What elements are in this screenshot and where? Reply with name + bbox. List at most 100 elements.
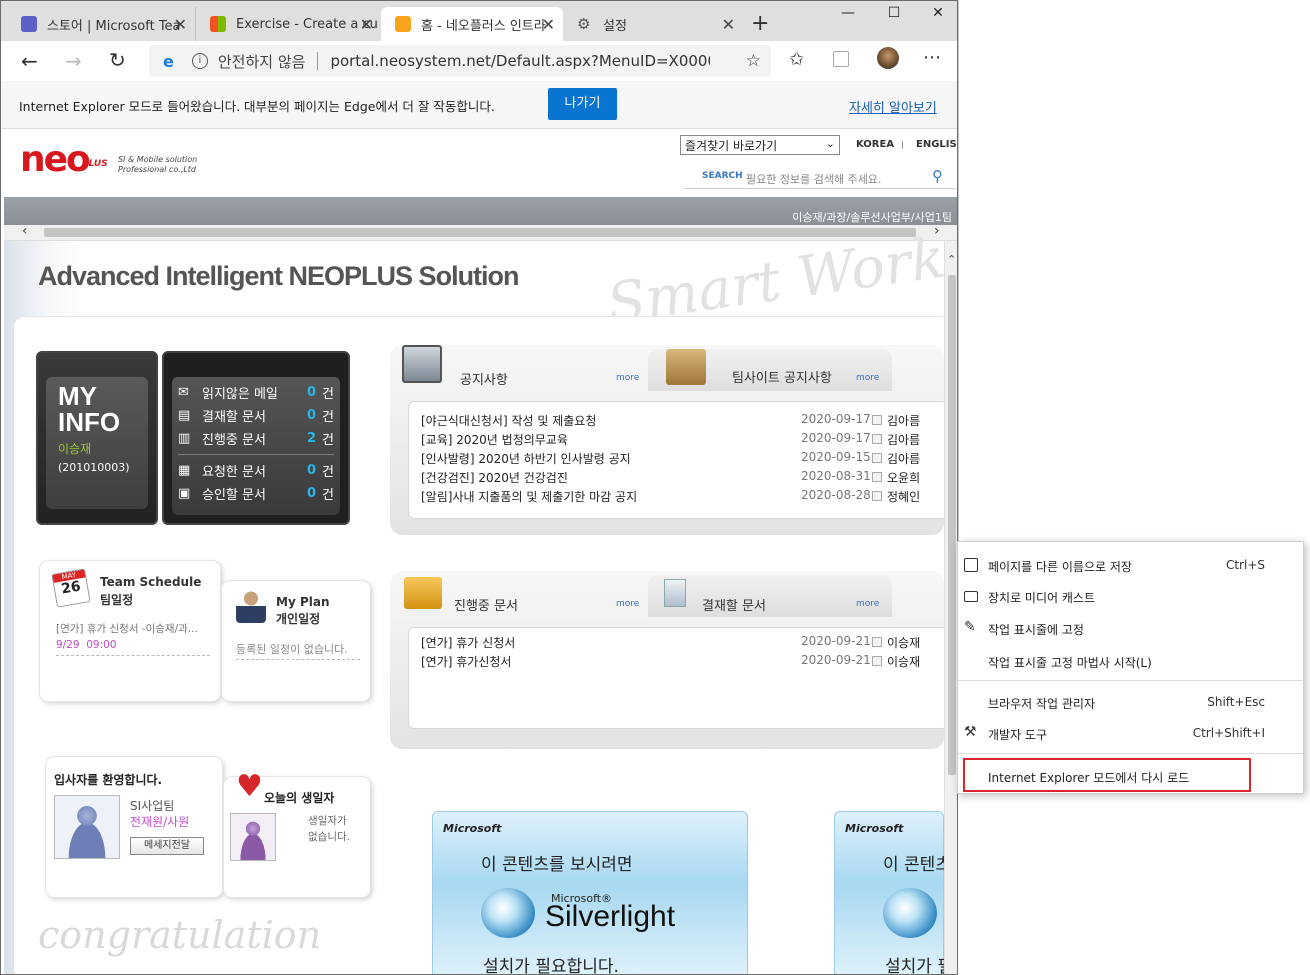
doc-item[interactable]: [연가] 휴가신청서 [421,653,511,670]
close-tab-icon[interactable]: ✕ [542,15,555,34]
lang-korea[interactable]: KOREA [856,139,894,150]
silverlight-install-panel-2[interactable]: Microsoft 이 콘텐츠 설치가 필 [834,811,953,974]
notice-date: 2020-09-17 [801,412,871,426]
in-progress-more-link[interactable]: more [616,599,639,609]
info-icon[interactable]: i [191,53,208,69]
tab-teams-store[interactable]: 스토어 | Microsoft Tea ✕ [7,7,195,41]
doc-item[interactable]: [연가] 휴가 신청서 [421,634,515,651]
menu-item-cast-media[interactable]: 장치로 미디어 캐스트 [958,581,1305,611]
vertical-scrollbar[interactable]: ⌃ [944,241,957,974]
save-icon [964,558,978,572]
user-checkbox[interactable] [872,415,882,425]
tab-title: 스토어 | Microsoft Tea [47,18,181,34]
favorites-select[interactable]: 즐겨찾기 바로가기 ⌄ [680,135,840,155]
approve-doc-row[interactable]: ▤ 결재할 문서 0 건 [178,404,334,427]
send-message-button[interactable]: 메세지전달 [130,837,204,855]
tab-team-notice[interactable]: 팀사이트 공지사항 [732,367,832,386]
unread-mail-row[interactable]: ✉ 읽지않은 메일 0 건 [178,381,334,404]
notice-item[interactable]: [인사발령] 2020년 하반기 인사발령 공지 [421,450,631,467]
user-checkbox[interactable] [872,491,882,501]
notice-more-link[interactable]: more [616,373,639,383]
tab-settings[interactable]: ⚙ 설정 ✕ [563,7,743,41]
refresh-icon[interactable]: ↻ [109,48,126,72]
team-schedule-title: Team Schedule [100,575,202,589]
search-input[interactable]: 필요한 정보를 검색해 주세요. [746,171,881,187]
search-icon[interactable]: ⚲ [932,167,943,185]
close-window-button[interactable]: ✕ [923,5,953,25]
notice-item[interactable]: [건강검진] 2020년 건강검진 [421,469,568,486]
menu-item-task-manager[interactable]: 브라우저 작업 관리자 Shift+Esc [958,687,1305,717]
back-arrow-icon[interactable]: ← [21,49,38,73]
user-checkbox[interactable] [872,472,882,482]
menu-label: 작업 표시줄에 고정 [988,623,1084,637]
heart-icon: ♥ [236,769,263,804]
requested-doc-row[interactable]: ▦ 요청한 문서 0 건 [178,459,334,482]
scroll-thumb[interactable] [44,228,916,237]
row-label: 진행중 문서 [202,433,266,448]
tab-strip: 스토어 | Microsoft Tea ✕ Exercise - Create … [1,1,957,41]
more-menu-icon[interactable]: ⋯ [923,47,941,68]
approve-more-link[interactable]: more [856,599,879,609]
tab-in-progress-docs[interactable]: 진행중 문서 [454,595,518,614]
welcome-team: SI사업팀 [130,799,175,813]
in-progress-doc-row[interactable]: ▥ 진행중 문서 2 건 [178,427,334,450]
favorites-icon[interactable]: ✩ [789,49,804,70]
notice-date: 2020-08-28 [801,488,871,502]
collections-icon[interactable] [833,51,849,67]
user-checkbox[interactable] [872,656,882,666]
folder-icon: ▣ [178,486,191,501]
close-tab-icon[interactable]: ✕ [722,15,735,34]
new-tab-button[interactable]: + [751,11,769,36]
schedule-item[interactable]: [연가] 휴가 신청서 -이승재/과... [56,621,216,636]
mail-icon: ✉ [178,385,189,400]
lang-english[interactable]: ENGLISH [916,139,957,150]
browser-window: 스토어 | Microsoft Tea ✕ Exercise - Create … [0,0,958,975]
user-checkbox[interactable] [872,434,882,444]
welcome-card: 입사자를 환영합니다. SI사업팀 전재원/사원 메세지전달 [46,757,222,897]
notice-tabs: 공지사항 more 팀사이트 공지사항 more [야근식대신청서] 작성 및 … [390,345,948,535]
minimize-button[interactable]: — [833,5,863,25]
scroll-up-icon[interactable]: ⌃ [947,253,956,266]
team-notice-more-link[interactable]: more [856,373,879,383]
notice-item[interactable]: [알림]사내 지출품의 및 제출기한 마감 공지 [421,488,637,505]
learn-more-link[interactable]: 자세히 알아보기 [849,97,937,116]
notice-writer: 김아름 [887,452,921,466]
close-tab-icon[interactable]: ✕ [360,15,373,34]
notice-writer: 김아름 [887,414,921,428]
search-box[interactable]: SEARCH 필요한 정보를 검색해 주세요. ⚲ [684,165,956,189]
notice-item[interactable]: [교육] 2020년 법정의무교육 [421,431,568,448]
scroll-thumb[interactable] [948,275,956,775]
menu-item-dev-tools[interactable]: ⚒ 개발자 도구 Ctrl+Shift+I [958,718,1305,748]
menu-label: 페이지를 다른 이름으로 저장 [988,560,1132,574]
my-info-id: (201010003) [58,461,130,474]
neoplus-logo[interactable]: neo PLUS SI & Mobile solution Profession… [20,139,200,185]
approval-doc-row[interactable]: ▣ 승인할 문서 0 건 [178,482,334,505]
menu-item-pin-wizard[interactable]: 작업 표시줄 고정 마법사 시작(L) [958,646,1305,676]
user-checkbox[interactable] [872,637,882,647]
user-checkbox[interactable] [872,453,882,463]
url-text[interactable]: portal.neosystem.net/Default.aspx?MenuID… [330,52,710,70]
menu-item-pin-taskbar[interactable]: ✎ 작업 표시줄에 고정 [958,613,1305,643]
close-tab-icon[interactable]: ✕ [174,15,187,34]
menu-separator [958,680,1305,681]
tab-notice[interactable]: 공지사항 [460,369,508,388]
silverlight-install-panel[interactable]: Microsoft 이 콘텐츠를 보시려면 Microsoft® Silverl… [432,811,748,974]
address-bar[interactable]: e i 안전하지 않음 portal.neosystem.net/Default… [149,45,771,77]
maximize-button[interactable]: ☐ [879,5,909,25]
favorite-star-icon[interactable]: ☆ [746,51,761,71]
forward-arrow-icon[interactable]: → [65,49,82,73]
my-info-name: 이승재 [58,442,92,456]
horizontal-scrollbar[interactable]: ‹ › [4,223,957,241]
exit-ie-mode-button[interactable]: 나가기 [548,88,617,120]
profile-avatar[interactable] [877,47,899,69]
tab-exercise[interactable]: Exercise - Create a cu ✕ [195,7,381,41]
menu-item-save-page-as[interactable]: 페이지를 다른 이름으로 저장 Ctrl+S [958,550,1305,580]
birthday-avatar [230,813,276,861]
scroll-left-icon[interactable]: ‹ [22,223,28,239]
menu-item-reload-ie-mode[interactable]: Internet Explorer 모드에서 다시 로드 [963,758,1251,792]
tab-neoplus-home[interactable]: 홈 - 네오플러스 인트라 ✕ [381,7,563,41]
row-label: 읽지않은 메일 [202,387,278,402]
notice-date: 2020-09-15 [801,450,871,464]
tab-approve-docs[interactable]: 결재할 문서 [702,595,766,614]
notice-item[interactable]: [야근식대신청서] 작성 및 제출요청 [421,412,596,429]
